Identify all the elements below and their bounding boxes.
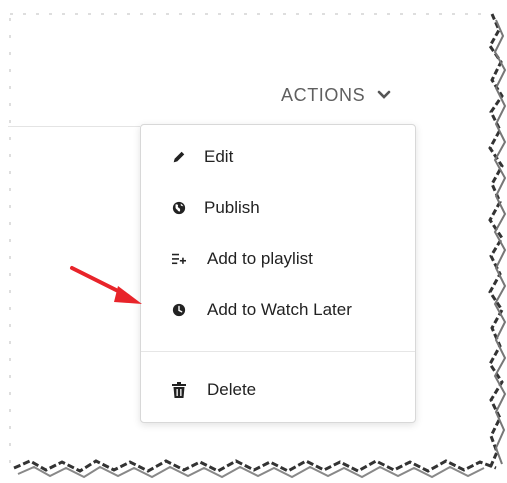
menu-item-publish[interactable]: Publish (141, 190, 415, 226)
menu-item-label: Add to Watch Later (207, 300, 352, 319)
pencil-icon (172, 150, 186, 164)
actions-dropdown-button[interactable]: ACTIONS (281, 80, 391, 110)
menu-item-delete[interactable]: Delete (141, 372, 415, 408)
clock-icon (172, 303, 186, 317)
red-arrow-icon (70, 266, 142, 304)
playlist-add-icon (172, 252, 186, 266)
trash-icon (172, 382, 186, 398)
menu-item-label: Edit (204, 147, 234, 166)
header-divider (8, 126, 140, 127)
menu-item-add-to-playlist[interactable]: Add to playlist (141, 241, 415, 277)
chevron-down-icon (377, 90, 391, 99)
menu-item-label: Add to playlist (207, 249, 313, 268)
menu-item-edit[interactable]: Edit (141, 139, 415, 175)
menu-divider (141, 351, 415, 352)
menu-item-label: Publish (204, 198, 260, 217)
menu-item-add-to-watch-later[interactable]: Add to Watch Later (141, 292, 415, 328)
actions-label: ACTIONS (281, 84, 366, 105)
globe-icon (172, 201, 186, 215)
actions-menu: Edit Publish Add to playlist Add to Watc… (140, 124, 416, 423)
menu-item-label: Delete (207, 380, 257, 399)
